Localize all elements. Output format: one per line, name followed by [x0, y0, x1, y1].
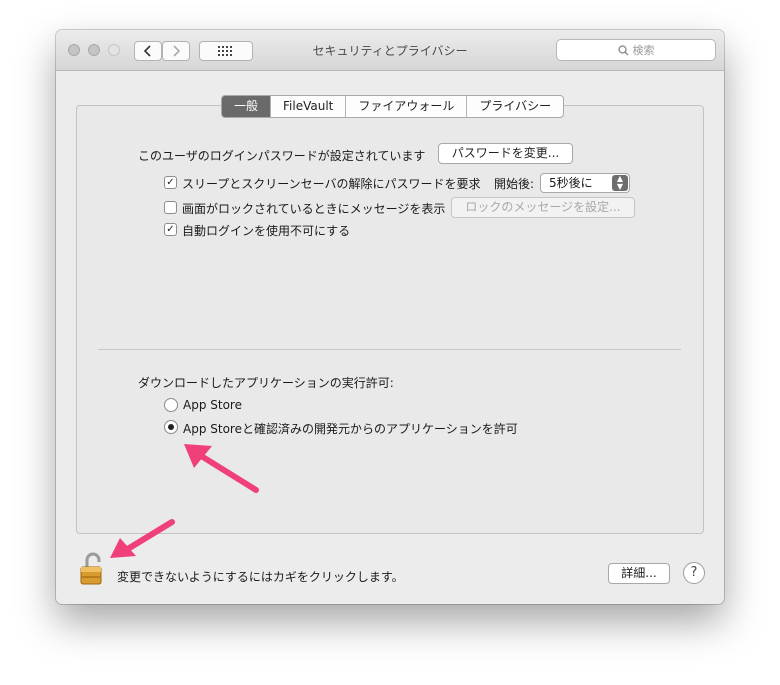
set-lock-message-button[interactable]: ロックのメッセージを設定... [451, 197, 635, 218]
annotation-arrow-icon [184, 444, 259, 493]
radio-app-store-label: App Store [183, 398, 242, 412]
lock-icon[interactable] [78, 550, 108, 586]
advanced-button[interactable]: 詳細... [608, 563, 670, 584]
search-icon [617, 44, 628, 55]
disable-autologin-label: 自動ログインを使用不可にする [182, 224, 351, 238]
require-password-label: スリープとスクリーンセーバの解除にパスワードを要求 [182, 177, 481, 191]
start-after-label: 開始後: [494, 177, 535, 191]
tab-general[interactable]: 一般 [222, 96, 271, 117]
tab-privacy[interactable]: プライバシー [466, 96, 563, 117]
updown-arrows-icon: ▲ ▼ [612, 175, 628, 191]
start-after-select[interactable]: 5秒後に ▲ ▼ [540, 173, 630, 193]
change-password-button[interactable]: パスワードを変更... [438, 143, 573, 164]
tab-content-panel [76, 105, 704, 534]
tab-filevault[interactable]: FileVault [270, 96, 345, 117]
downloads-heading: ダウンロードしたアプリケーションの実行許可: [138, 376, 394, 390]
radio-app-store-identified-label: App Storeと確認済みの開発元からのアプリケーションを許可 [183, 422, 518, 436]
disable-autologin-checkbox[interactable]: ✓ [164, 223, 177, 236]
annotation-arrow-lock-icon [110, 519, 175, 558]
lock-instruction-text: 変更できないようにするにはカギをクリックします。 [117, 570, 404, 584]
radio-app-store[interactable] [164, 398, 178, 412]
require-password-checkbox[interactable]: ✓ [164, 176, 177, 189]
lock-message-label: 画面がロックされているときにメッセージを表示 [182, 202, 446, 216]
password-set-text: このユーザのログインパスワードが設定されています [138, 149, 426, 163]
search-field[interactable]: 検索 [556, 39, 716, 61]
tab-firewall[interactable]: ファイアウォール [345, 96, 466, 117]
section-divider [98, 349, 681, 350]
lock-message-checkbox[interactable] [164, 201, 177, 214]
search-placeholder: 検索 [632, 44, 655, 57]
tab-bar: 一般 FileVault ファイアウォール プライバシー [221, 95, 565, 118]
help-button[interactable]: ? [683, 562, 705, 584]
start-after-value: 5秒後に [549, 176, 593, 190]
title-bar: セキュリティとプライバシー 検索 [56, 30, 724, 71]
radio-app-store-identified[interactable] [164, 420, 178, 434]
